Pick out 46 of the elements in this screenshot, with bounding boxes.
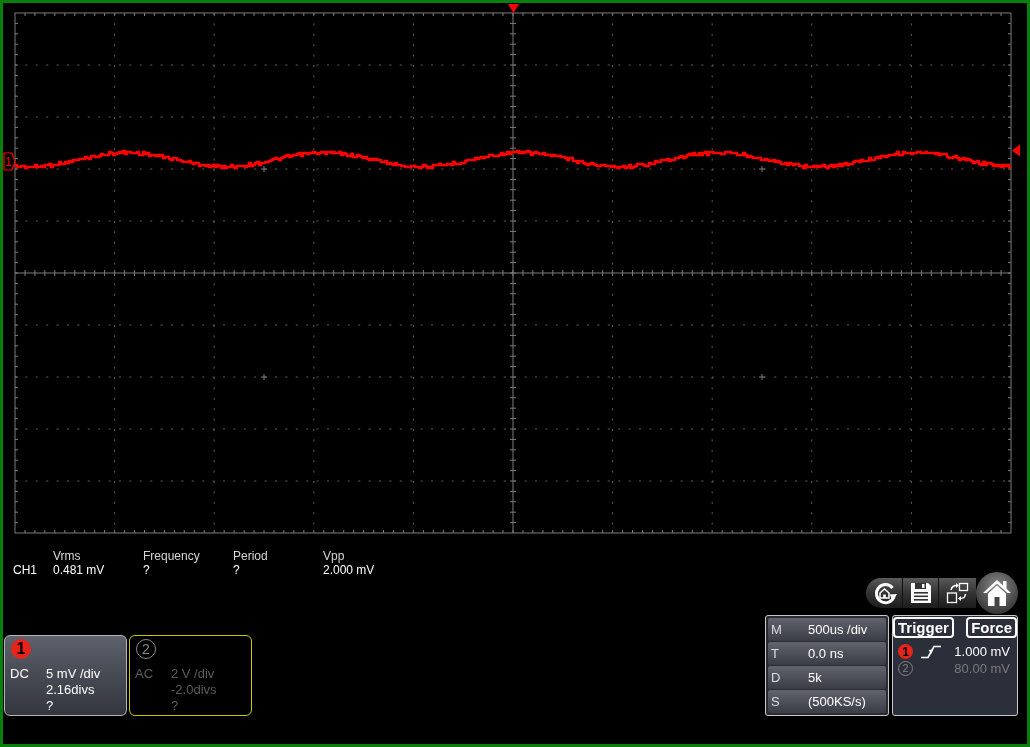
measurement-value: 0.481 mV (53, 563, 105, 577)
home-icon (982, 579, 1012, 607)
measurement-value: ? (143, 563, 150, 577)
timebase-key: S (768, 693, 808, 710)
timebase-value: (500KS/s) (808, 693, 866, 710)
scale-value: 2 V /div (171, 666, 215, 682)
timebase-value: 5k (808, 669, 822, 686)
channel-panel[interactable]: 2 AC 2 V /div -2.0divs ? (129, 635, 252, 716)
trigger-position-marker-icon[interactable] (508, 4, 519, 13)
timebase-row[interactable]: T 0.0 ns (768, 642, 886, 665)
trigger-source-badge[interactable]: 1 (898, 644, 913, 659)
save-icon[interactable] (909, 582, 932, 604)
timebase-key: D (768, 669, 808, 686)
offset-value: 2.16divs (46, 682, 95, 698)
timebase-key: M (768, 621, 808, 638)
timebase-key: T (768, 645, 808, 662)
channel-number-badge: 1 (11, 639, 31, 659)
reading-value: ? (46, 698, 54, 714)
channel-panel[interactable]: 1 DC 5 mV /div 2.16divs ? (4, 635, 127, 716)
timebase-row[interactable]: M 500us /div (768, 618, 886, 641)
measurement-value: ? (233, 563, 240, 577)
home-button[interactable] (976, 572, 1018, 614)
timebase-row[interactable]: S (500KS/s) (768, 690, 886, 713)
measurement-label: Vpp (323, 549, 345, 563)
measurement-label: Frequency (143, 549, 200, 563)
timebase-value: 500us /div (808, 621, 868, 638)
trigger-level-value: 1.000 mV (954, 643, 1010, 660)
trigger-button[interactable]: Trigger (893, 617, 954, 638)
trigger-level-marker-icon[interactable] (1012, 144, 1020, 157)
timebase-value: 0.0 ns (808, 645, 844, 662)
coupling-label: DC (10, 666, 30, 682)
circular-arrow-house-icon[interactable] (872, 580, 898, 606)
coupling-label: AC (135, 666, 155, 682)
measurement-label: Vrms (53, 549, 81, 563)
trigger-level-value: 80.00 mV (954, 660, 1010, 677)
scale-value: 5 mV /div (46, 666, 101, 682)
swap-windows-icon[interactable] (945, 582, 970, 604)
rising-edge-icon (920, 644, 942, 659)
timebase-row[interactable]: D 5k (768, 666, 886, 689)
force-button[interactable]: Force (966, 617, 1017, 638)
channel-label: CH1 (13, 563, 37, 577)
measurement-label: Period (233, 549, 268, 563)
channel-offset-marker[interactable]: 1 (3, 152, 16, 171)
measurement-value: 2.000 mV (323, 563, 375, 577)
offset-value: -2.0divs (171, 682, 217, 698)
reading-value: ? (171, 698, 179, 714)
